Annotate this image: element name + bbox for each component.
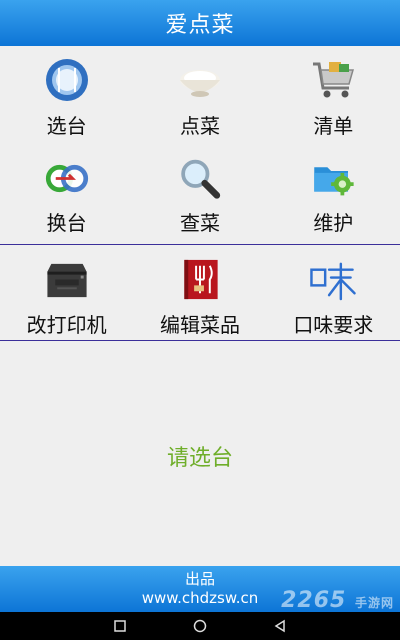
app-title: 爱点菜 — [165, 13, 235, 38]
order-dish-button[interactable]: 点菜 — [133, 56, 266, 144]
change-printer-label: 改打印机 — [26, 313, 107, 337]
back-button[interactable] — [270, 616, 290, 636]
watermark: 2265 手游网 — [281, 588, 394, 613]
triangle-back-icon — [274, 619, 285, 633]
square-icon — [114, 620, 126, 632]
swap-circles-icon — [45, 164, 88, 193]
select-table-label: 选台 — [46, 114, 87, 138]
divider-top — [0, 244, 400, 245]
change-table-label: 换台 — [46, 211, 87, 235]
edit-dishes-label: 编辑菜品 — [159, 313, 240, 337]
status-message: 请选台 — [166, 446, 233, 471]
menu-row-3: 改打印机 编辑菜品 口味要求 — [0, 256, 400, 338]
rice-bowl-icon — [179, 70, 220, 97]
plate-icon — [45, 59, 88, 101]
search-dish-button[interactable]: 查菜 — [133, 156, 266, 236]
printer-icon — [47, 263, 87, 298]
order-list-button[interactable]: 清单 — [267, 56, 400, 144]
footer-line-1: 出品 — [184, 570, 215, 588]
divider-bottom — [0, 340, 400, 341]
change-table-button[interactable]: 换台 — [0, 156, 133, 236]
menu-book-icon — [184, 259, 218, 300]
order-list-label: 清单 — [313, 114, 354, 138]
android-nav-bar — [0, 612, 400, 640]
maintenance-button[interactable]: 维护 — [267, 156, 400, 236]
menu-row-1: 选台 点菜 清单 — [0, 56, 400, 144]
watermark-text: 手游网 — [354, 596, 394, 610]
watermark-number: 2265 — [281, 588, 347, 613]
menu-row-2: 换台 查菜 维护 — [0, 156, 400, 236]
order-dish-label: 点菜 — [179, 114, 220, 138]
change-printer-button[interactable]: 改打印机 — [0, 256, 133, 338]
edit-dishes-button[interactable]: 编辑菜品 — [133, 256, 266, 338]
taste-char-icon — [310, 262, 357, 301]
taste-requirements-button[interactable]: 口味要求 — [267, 256, 400, 338]
home-button[interactable] — [190, 616, 210, 636]
maintenance-label: 维护 — [313, 211, 354, 235]
search-dish-label: 查菜 — [179, 211, 220, 235]
recent-apps-button[interactable] — [110, 616, 130, 636]
app-title-bar: 爱点菜 — [0, 0, 400, 46]
circle-icon — [193, 619, 207, 633]
taste-requirements-label: 口味要求 — [293, 313, 374, 337]
magnifier-icon — [181, 159, 221, 199]
select-table-button[interactable]: 选台 — [0, 56, 133, 144]
folder-gear-icon — [314, 167, 354, 196]
shopping-cart-icon — [313, 62, 355, 98]
